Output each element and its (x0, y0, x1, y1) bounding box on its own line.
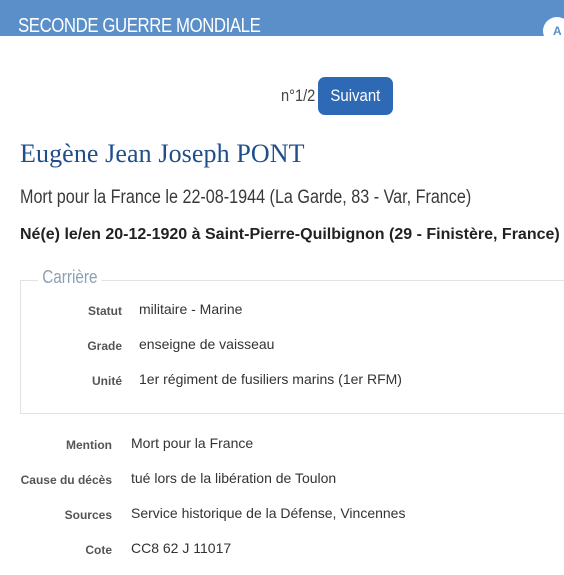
statut-value: militaire - Marine (139, 301, 243, 317)
header-band: SECONDE GUERRE MONDIALE A (0, 0, 564, 45)
career-legend: Carrière (38, 267, 102, 288)
cause-value: tué lors de la libération de Toulon (131, 470, 337, 486)
person-name: Eugène Jean Joseph PONT (20, 139, 305, 168)
grade-value: enseigne de vaisseau (139, 336, 275, 352)
birth-info: Né(e) le/en 20-12-1920 à Saint-Pierre-Qu… (20, 226, 560, 243)
cote-value: CC8 62 J 11017 (131, 540, 232, 556)
sources-value: Service historique de la Défense, Vincen… (131, 505, 406, 521)
next-button-label: Suivant (330, 86, 381, 105)
cote-label: Cote (85, 543, 112, 557)
unite-value: 1er régiment de fusiliers marins (1er RF… (139, 371, 402, 387)
next-button[interactable]: Suivant (317, 77, 393, 115)
header-title: SECONDE GUERRE MONDIALE (18, 15, 261, 37)
mention-value: Mort pour la France (131, 435, 254, 451)
pager: n°1/2 Suivant (281, 77, 393, 115)
header-badge[interactable]: A (543, 17, 564, 45)
statut-label: Statut (88, 304, 122, 318)
pager-count: n°1/2 (281, 86, 316, 105)
grade-label: Grade (87, 339, 122, 353)
mention-label: Mention (66, 438, 112, 452)
unite-label: Unité (92, 374, 122, 388)
death-info: Mort pour la France le 22-08-1944 (La Ga… (20, 187, 472, 208)
sources-label: Sources (64, 508, 112, 522)
record-page: SECONDE GUERRE MONDIALE A n°1/2 Suivant … (0, 0, 564, 575)
cause-label: Cause du décès (20, 473, 112, 487)
